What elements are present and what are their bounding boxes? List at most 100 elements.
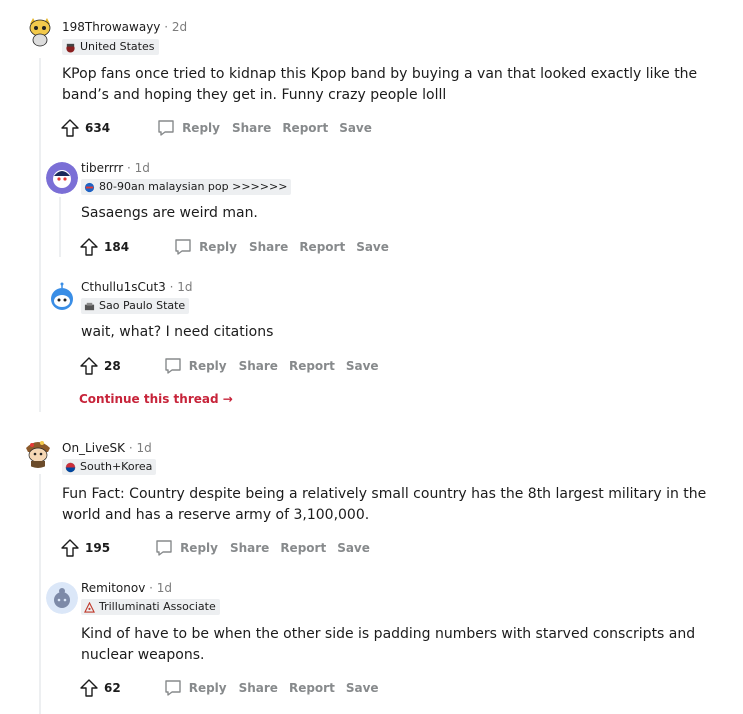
upvote-arrow-icon	[61, 119, 79, 137]
flair-text: Sao Paulo State	[99, 299, 186, 312]
meta-separator: ·	[164, 20, 169, 34]
comment-actions: 184 Reply Share Report Save	[79, 235, 389, 259]
comment-actions: 28 Reply Share Report Save	[79, 354, 379, 378]
meta-separator: ·	[128, 441, 133, 455]
avatar[interactable]	[24, 15, 56, 47]
comment-bubble-icon	[156, 540, 172, 556]
user-flair: Trilluminati Associate	[81, 599, 220, 615]
flair-emoji-icon	[65, 462, 76, 472]
user-flair: Sao Paulo State	[81, 298, 190, 314]
upvote-button[interactable]: 62	[79, 678, 121, 698]
snoo-avatar-icon	[46, 282, 78, 314]
reply-label: Reply	[182, 121, 220, 135]
reply-label: Reply	[188, 359, 227, 373]
snoo-avatar-icon	[22, 436, 54, 468]
timestamp[interactable]: 1d	[157, 581, 172, 595]
report-button[interactable]: Report	[299, 240, 345, 254]
flair-emoji-icon	[84, 302, 95, 310]
user-flair: South+Korea	[62, 459, 157, 475]
comment-bubble-icon	[165, 680, 181, 696]
comment-meta: On_LiveSK · 1d	[62, 440, 152, 456]
author-name[interactable]: 198Throwawayy	[62, 20, 160, 34]
upvote-arrow-icon	[80, 238, 98, 256]
avatar[interactable]	[46, 162, 78, 194]
share-button[interactable]: Share	[230, 541, 269, 555]
comment-bubble-icon	[165, 358, 181, 374]
share-button[interactable]: Share	[239, 359, 278, 373]
snoo-avatar-icon	[46, 582, 78, 614]
comment-body: wait, what? I need citations	[81, 324, 274, 340]
flair-text: Trilluminati Associate	[99, 600, 216, 613]
upvote-arrow-icon	[80, 357, 98, 375]
meta-separator: ·	[169, 280, 174, 294]
author-name[interactable]: tiberrrr	[81, 161, 123, 175]
comment-bubble-icon	[158, 120, 174, 136]
author-name[interactable]: Cthullu1sCut3	[81, 280, 166, 294]
timestamp[interactable]: 1d	[177, 280, 192, 294]
reply-label: Reply	[180, 541, 218, 555]
reply-button[interactable]: Reply	[154, 538, 218, 558]
snoo-avatar-icon	[46, 162, 78, 194]
avatar[interactable]	[46, 582, 78, 614]
vote-score: 28	[104, 359, 121, 373]
continue-thread-link[interactable]: Continue this thread →	[79, 392, 233, 406]
thread-line[interactable]	[39, 474, 41, 714]
user-flair: 80-90an malaysian pop >>>>>>	[81, 179, 292, 195]
avatar[interactable]	[46, 282, 78, 314]
comment-body: KPop fans once tried to kidnap this Kpop…	[62, 66, 698, 103]
continue-thread-label: Continue this thread	[79, 392, 219, 406]
reply-label: Reply	[199, 240, 237, 254]
flair-emoji-icon	[84, 182, 95, 192]
flair-text: 80-90an malaysian pop >>>>>>	[99, 180, 288, 193]
user-flair: United States	[62, 39, 159, 55]
comment-meta: 198Throwawayy · 2d	[62, 19, 187, 35]
author-name[interactable]: On_LiveSK	[62, 441, 125, 455]
thread-line[interactable]	[39, 58, 41, 412]
upvote-button[interactable]: 195	[60, 538, 110, 558]
share-button[interactable]: Share	[249, 240, 288, 254]
vote-score: 195	[85, 541, 111, 555]
report-button[interactable]: Report	[280, 541, 326, 555]
upvote-button[interactable]: 634	[60, 118, 110, 138]
snoo-avatar-icon	[24, 15, 56, 47]
flair-emoji-icon	[84, 601, 95, 613]
upvote-button[interactable]: 184	[79, 237, 129, 257]
thread-line[interactable]	[59, 197, 61, 257]
upvote-arrow-icon	[61, 539, 79, 557]
save-button[interactable]: Save	[346, 359, 379, 373]
meta-separator: ·	[126, 161, 131, 175]
share-button[interactable]: Share	[239, 681, 278, 695]
reply-button[interactable]: Reply	[156, 118, 220, 138]
reply-button[interactable]: Reply	[163, 678, 227, 698]
meta-separator: ·	[149, 581, 153, 595]
avatar[interactable]	[22, 436, 54, 468]
author-name[interactable]: Remitonov	[81, 581, 145, 595]
comment-body: Fun Fact: Country despite being a relati…	[62, 486, 707, 523]
comment-meta: Cthullu1sCut3 · 1d	[81, 279, 193, 295]
vote-score: 184	[104, 240, 130, 254]
vote-score: 634	[85, 121, 111, 135]
report-button[interactable]: Report	[289, 359, 335, 373]
reply-button[interactable]: Reply	[173, 237, 237, 257]
arrow-right-icon: →	[222, 392, 233, 406]
report-button[interactable]: Report	[289, 681, 335, 695]
save-button[interactable]: Save	[337, 541, 370, 555]
comment-body: Kind of have to be when the other side i…	[81, 626, 696, 663]
vote-score: 62	[104, 681, 121, 695]
comment-meta: tiberrrr · 1d	[81, 160, 150, 176]
timestamp[interactable]: 1d	[137, 441, 152, 455]
share-button[interactable]: Share	[232, 121, 271, 135]
timestamp[interactable]: 2d	[172, 20, 187, 34]
comment-bubble-icon	[175, 239, 191, 255]
reply-button[interactable]: Reply	[163, 356, 227, 376]
report-button[interactable]: Report	[282, 121, 328, 135]
comment-actions: 62 Reply Share Report Save	[79, 676, 379, 700]
comment-actions: 634 Reply Share Report Save	[60, 116, 372, 140]
save-button[interactable]: Save	[356, 240, 389, 254]
timestamp[interactable]: 1d	[135, 161, 150, 175]
flair-emoji-icon	[66, 43, 75, 53]
comment-body: Sasaengs are weird man.	[81, 205, 258, 221]
save-button[interactable]: Save	[339, 121, 372, 135]
save-button[interactable]: Save	[346, 681, 379, 695]
upvote-button[interactable]: 28	[79, 356, 121, 376]
